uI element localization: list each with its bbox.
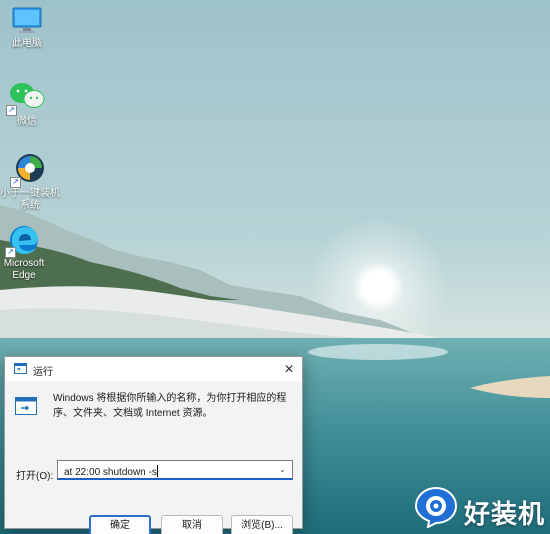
ok-button[interactable]: 确定 [89,515,151,534]
desktop-icon-label-line1: 小于一键装机 [0,188,60,199]
shortcut-arrow-icon: ↗ [5,247,16,258]
close-button[interactable]: ✕ [280,360,298,378]
watermark: 好装机 [412,484,546,530]
run-dialog: 运行 ✕ Windows 将根据你所输入的名称，为你打开相应的程序、文件夹、文档… [4,356,303,534]
desktop-icon-edge[interactable]: ↗ Microsoft Edge [0,224,48,282]
desktop-icon-installer[interactable]: ↗ 小于一键装机 系统 [0,152,60,212]
desktop-icon-label: 微信 [17,116,37,127]
desktop-icon-label-line1: Microsoft [3,258,45,269]
open-combobox[interactable]: at 22:00 shutdown -s ⌄ [57,460,293,480]
close-icon: ✕ [283,362,295,376]
shortcut-arrow-icon: ↗ [6,105,17,116]
desktop-icon-label-line2: 系统 [20,200,40,211]
open-label: 打开(O): [16,471,54,482]
cancel-button[interactable]: 取消 [161,515,223,534]
installer-app-icon: ↗ [10,152,48,188]
desktop-icon-wechat[interactable]: ↗ 微信 [0,80,54,128]
browse-button[interactable]: 浏览(B)... [231,515,293,534]
dialog-body: Windows 将根据你所输入的名称，为你打开相应的程序、文件夹、文档或 Int… [5,381,302,534]
watermark-text: 好装机 [464,499,546,529]
dialog-titlebar[interactable]: 运行 ✕ [5,357,302,381]
this-pc-icon [12,7,42,33]
desktop: 此电脑 ↗ 微信 ↗ 小于一键装机 系统 ↗ Microsoft Edge 运行… [0,0,550,534]
desktop-icon-label: 此电脑 [12,38,42,49]
desktop-icon-label-line2: Edge [12,270,36,281]
open-input-value: at 22:00 shutdown -s [64,467,157,478]
wechat-icon: ↗ [6,80,46,116]
run-program-icon [15,397,37,415]
desktop-icon-this-pc[interactable]: 此电脑 [0,6,54,50]
run-app-icon [14,363,27,374]
dialog-title: 运行 [33,367,53,378]
chevron-down-icon[interactable]: ⌄ [279,465,289,475]
shortcut-arrow-icon: ↗ [10,177,21,188]
text-caret [156,465,158,477]
bubble-logo-icon [414,486,458,528]
edge-icon: ↗ [5,224,41,258]
dialog-description: Windows 将根据你所输入的名称，为你打开相应的程序、文件夹、文档或 Int… [53,393,287,419]
